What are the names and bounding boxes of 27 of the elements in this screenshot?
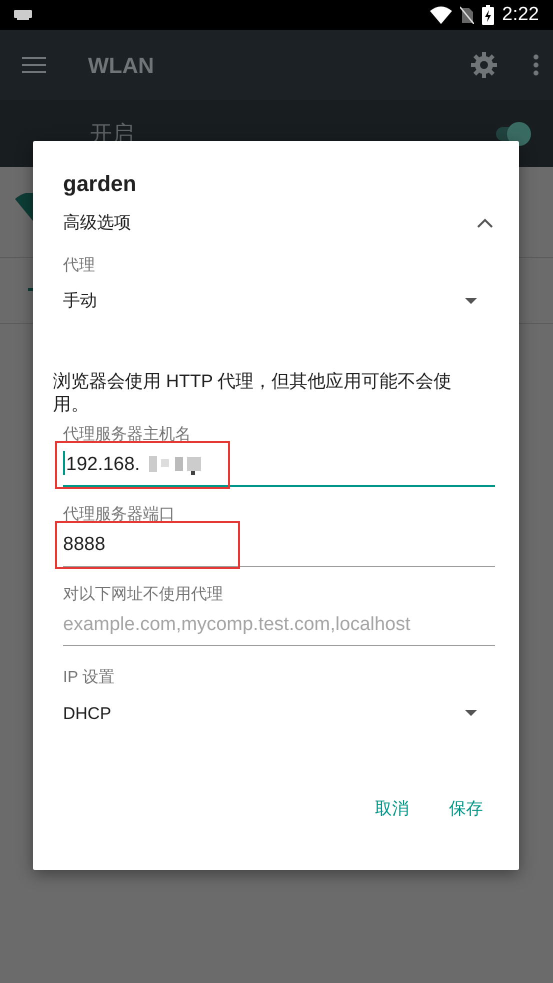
chevron-up-icon: [477, 218, 493, 228]
battery-charging-icon: [482, 5, 494, 25]
wifi-signal-icon: [15, 193, 33, 223]
dialog-button[interactable]: 保存: [437, 788, 495, 830]
dropdown-arrow-icon: [465, 298, 477, 304]
field-label: 代理服务器主机名: [63, 424, 192, 445]
field-label: 对以下网址不使用代理: [63, 584, 224, 605]
no-sim-icon: [460, 6, 474, 24]
field-label: IP 设置: [63, 668, 116, 688]
app-title: WLAN: [88, 52, 155, 80]
dialog-title: garden: [63, 170, 138, 198]
field-label: 代理: [63, 256, 96, 276]
input-field[interactable]: 8888: [63, 527, 495, 567]
status-time: 2:22: [502, 2, 539, 27]
text-cursor: [63, 450, 65, 475]
dropdown-arrow-icon: [465, 710, 477, 716]
input-field[interactable]: example.com,mycomp.test.com,localhost: [63, 606, 495, 646]
field-label: 代理服务器端口: [63, 504, 176, 526]
keyboard-icon: [14, 10, 32, 20]
dropdown[interactable]: DHCP: [63, 690, 495, 736]
info-text: 浏览器会使用 HTTP 代理，但其他应用可能不会使用。: [53, 370, 453, 416]
wifi-icon: [430, 6, 452, 24]
dropdown[interactable]: 手动: [63, 278, 495, 324]
dialog-button[interactable]: 取消: [363, 788, 421, 830]
menu-icon[interactable]: [22, 56, 46, 74]
advanced-options-toggle[interactable]: 高级选项: [63, 208, 495, 238]
more-options-icon[interactable]: [533, 54, 539, 76]
